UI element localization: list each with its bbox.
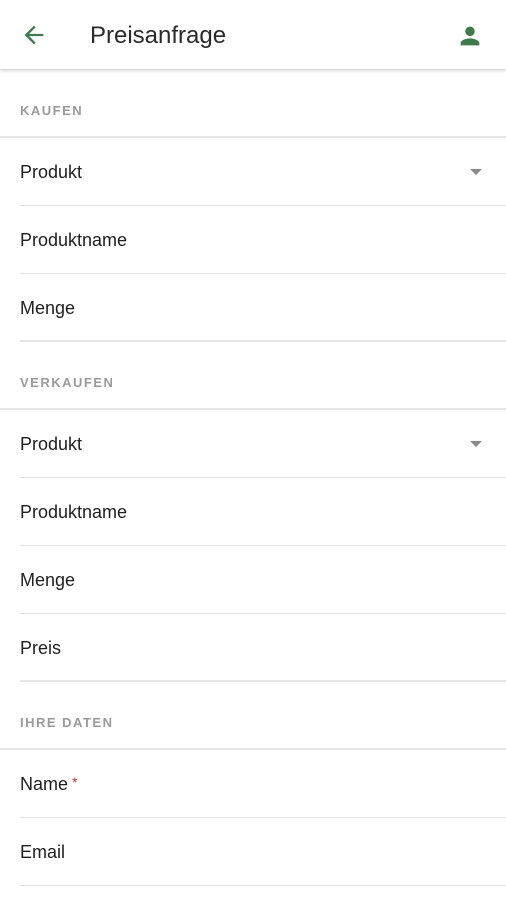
- field-label: Email: [20, 842, 66, 862]
- page-title: Preisanfrage: [90, 22, 227, 49]
- account-button[interactable]: [456, 22, 484, 50]
- section-verkaufen: VERKAUFEN Produkt Produktname Menge Prei…: [0, 342, 506, 682]
- section-header-label: KAUFEN: [20, 103, 84, 118]
- kaufen-product-select[interactable]: Produkt: [20, 138, 506, 206]
- section-header: IHRE DATEN: [0, 682, 506, 750]
- name-field[interactable]: Name *: [20, 750, 506, 818]
- section-ihre-daten: IHRE DATEN Name * Email: [0, 682, 506, 886]
- verkaufen-product-name-field[interactable]: Produktname: [20, 478, 506, 546]
- section-header: VERKAUFEN: [0, 342, 506, 410]
- dropdown-caret-icon: [470, 169, 482, 175]
- email-field[interactable]: Email: [20, 818, 506, 886]
- back-button[interactable]: [20, 21, 48, 49]
- verkaufen-price-field[interactable]: Preis: [20, 614, 506, 682]
- field-label-text: Name: [20, 774, 69, 794]
- field-label: Menge: [20, 298, 76, 318]
- app-bar: Preisanfrage: [0, 0, 506, 70]
- section-header: KAUFEN: [0, 70, 506, 138]
- section-header-label: IHRE DATEN: [20, 715, 114, 730]
- field-label: Menge: [20, 570, 76, 590]
- arrow-left-icon: [24, 25, 44, 45]
- dropdown-caret-icon: [470, 441, 482, 447]
- kaufen-quantity-field[interactable]: Menge: [20, 274, 506, 342]
- field-label: Produktname: [20, 230, 128, 250]
- person-icon: [460, 26, 480, 46]
- verkaufen-product-select[interactable]: Produkt: [20, 410, 506, 478]
- field-label: Produkt: [20, 162, 83, 182]
- field-label: Name *: [20, 774, 77, 795]
- kaufen-product-name-field[interactable]: Produktname: [20, 206, 506, 274]
- field-label: Preis: [20, 638, 62, 658]
- required-marker: *: [72, 774, 78, 790]
- field-label: Produktname: [20, 502, 128, 522]
- section-header-label: VERKAUFEN: [20, 375, 115, 390]
- section-kaufen: KAUFEN Produkt Produktname Menge: [0, 70, 506, 342]
- verkaufen-quantity-field[interactable]: Menge: [20, 546, 506, 614]
- field-label: Produkt: [20, 434, 83, 454]
